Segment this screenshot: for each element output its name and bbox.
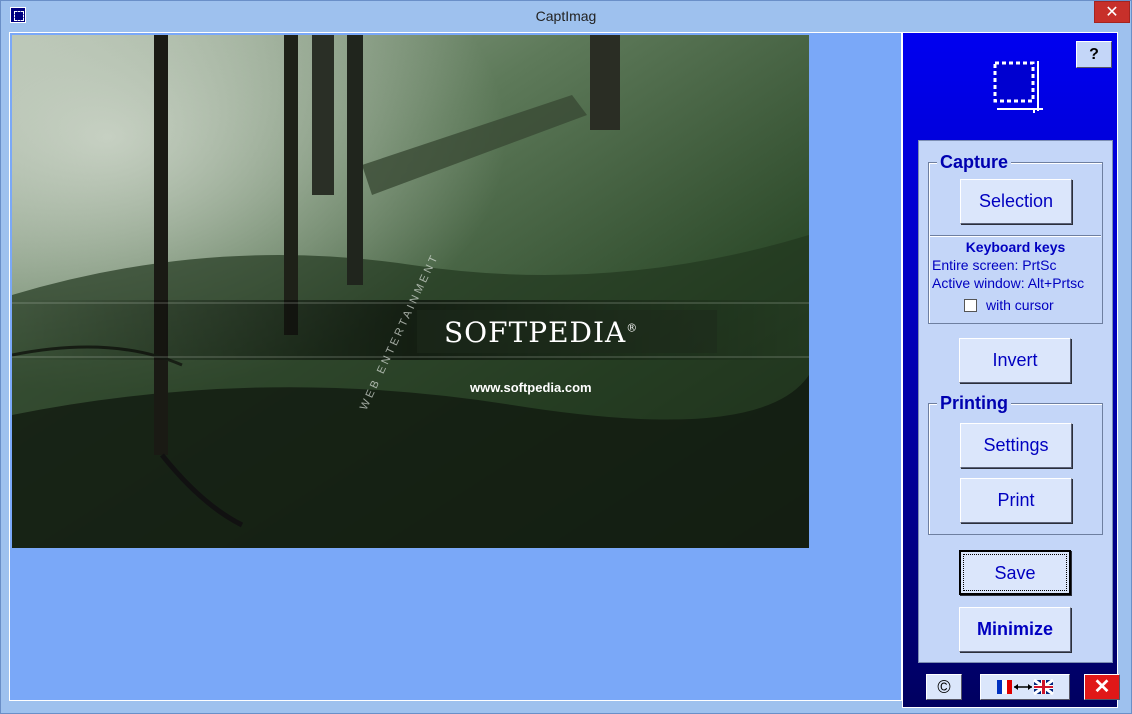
captimag-logo-icon — [993, 61, 1043, 113]
language-toggle-button[interactable] — [980, 674, 1070, 700]
print-button[interactable]: Print — [960, 478, 1072, 523]
save-button[interactable]: Save — [959, 550, 1071, 595]
copyright-button[interactable]: © — [926, 674, 962, 700]
exit-button[interactable]: ✕ — [1084, 674, 1120, 700]
softpedia-url: www.softpedia.com — [470, 380, 592, 395]
fr-en-flags-icon — [997, 678, 1054, 696]
entire-screen-hint: Entire screen: PrtSc — [932, 257, 1057, 273]
softpedia-brand: SOFTPEDIA® — [444, 316, 638, 349]
minimize-button[interactable]: Minimize — [959, 607, 1071, 652]
with-cursor-checkbox[interactable] — [964, 299, 977, 312]
registered-mark: ® — [626, 321, 639, 335]
invert-button[interactable]: Invert — [959, 338, 1071, 383]
printing-group: Printing Settings Print — [928, 393, 1103, 535]
captured-image: SOFTPEDIA® www.softpedia.com WEB ENTERTA… — [12, 35, 809, 548]
title-bar[interactable]: CaptImag ✕ — [1, 1, 1131, 32]
selection-button[interactable]: Selection — [960, 179, 1072, 224]
help-button[interactable]: ? — [1076, 41, 1112, 68]
window-close-button[interactable]: ✕ — [1094, 1, 1130, 23]
keyboard-keys-title: Keyboard keys — [965, 239, 1066, 255]
control-panel: ? Capture Selection Keyboard keys Entire… — [902, 32, 1120, 708]
window-title: CaptImag — [535, 8, 597, 24]
capture-group: Capture Selection Keyboard keys Entire s… — [928, 152, 1103, 324]
capture-divider — [930, 235, 1101, 237]
capture-canvas: SOFTPEDIA® www.softpedia.com WEB ENTERTA… — [9, 32, 902, 701]
printing-group-title: Printing — [937, 393, 1011, 414]
with-cursor-label: with cursor — [986, 297, 1054, 313]
controls-area: Capture Selection Keyboard keys Entire s… — [918, 140, 1113, 663]
active-window-hint: Active window: Alt+Prtsc — [932, 275, 1085, 291]
client-area: SOFTPEDIA® www.softpedia.com WEB ENTERTA… — [9, 32, 1125, 708]
capture-group-title: Capture — [937, 152, 1012, 173]
brand-text: SOFTPEDIA — [444, 316, 627, 349]
app-window: CaptImag ✕ SOFTPEDIA® www.softpedia.com … — [0, 0, 1132, 714]
settings-button[interactable]: Settings — [960, 423, 1072, 468]
